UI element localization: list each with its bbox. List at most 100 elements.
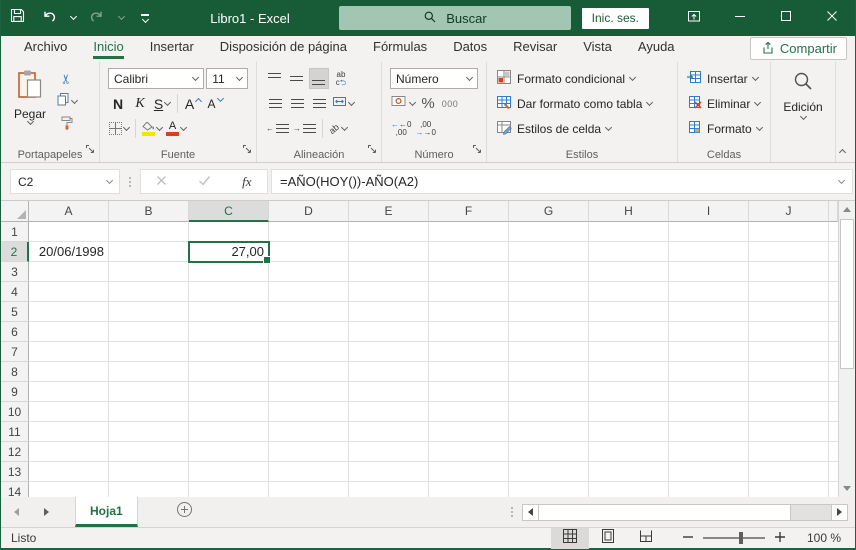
cell-F13[interactable] — [429, 462, 509, 482]
cell-J11[interactable] — [749, 422, 829, 442]
horizontal-scroll-thumb[interactable] — [539, 503, 791, 521]
row-header-2[interactable]: 2 — [1, 242, 29, 262]
row-header-3[interactable]: 3 — [1, 262, 29, 282]
cell-B2[interactable] — [109, 242, 189, 262]
cell-J14[interactable] — [749, 482, 829, 497]
cell-H2[interactable] — [589, 242, 669, 262]
column-header-H[interactable]: H — [589, 201, 669, 222]
cell-H4[interactable] — [589, 282, 669, 302]
ribbon-display-options-button[interactable] — [671, 0, 717, 36]
cell-H3[interactable] — [589, 262, 669, 282]
scroll-up-button[interactable] — [839, 201, 855, 218]
row-header-6[interactable]: 6 — [1, 322, 29, 342]
cell-F9[interactable] — [429, 382, 509, 402]
cell-F2[interactable] — [429, 242, 509, 262]
cell-D5[interactable] — [269, 302, 349, 322]
new-sheet-button[interactable] — [172, 497, 198, 527]
close-button[interactable] — [809, 0, 855, 36]
format-as-table-button[interactable]: Dar formato como tabla — [491, 91, 673, 116]
tab-ayuda[interactable]: Ayuda — [625, 36, 688, 62]
cell-I1[interactable] — [669, 222, 749, 242]
cell-D7[interactable] — [269, 342, 349, 362]
formula-bar-expand-icon[interactable] — [837, 176, 846, 184]
horizontal-scroll-track[interactable] — [791, 503, 831, 521]
insert-function-button[interactable]: fx — [242, 174, 251, 190]
delete-cells-button[interactable]: Eliminar — [682, 91, 766, 116]
percent-style-button[interactable]: % — [418, 93, 438, 114]
redo-dropdown[interactable] — [113, 0, 129, 36]
cell-G13[interactable] — [509, 462, 589, 482]
tab-formulas[interactable]: Fórmulas — [360, 36, 440, 62]
cell-B8[interactable] — [109, 362, 189, 382]
zoom-level-label[interactable]: 100 % — [797, 531, 841, 545]
cell-B11[interactable] — [109, 422, 189, 442]
vertical-scrollbar[interactable] — [838, 201, 855, 497]
search-input[interactable]: Buscar — [339, 6, 571, 30]
column-header-G[interactable]: G — [509, 201, 589, 222]
cell-E7[interactable] — [349, 342, 429, 362]
cell-D2[interactable] — [269, 242, 349, 262]
row-header-14[interactable]: 14 — [1, 482, 29, 497]
cell-B14[interactable] — [109, 482, 189, 497]
cell-D12[interactable] — [269, 442, 349, 462]
cell-C7[interactable] — [189, 342, 269, 362]
cell-G7[interactable] — [509, 342, 589, 362]
cell-E6[interactable] — [349, 322, 429, 342]
cell-I12[interactable] — [669, 442, 749, 462]
cell-D11[interactable] — [269, 422, 349, 442]
sheet-nav-left-button[interactable] — [1, 497, 31, 527]
cell-H11[interactable] — [589, 422, 669, 442]
cell-B5[interactable] — [109, 302, 189, 322]
cell-E9[interactable] — [349, 382, 429, 402]
cell-C2[interactable]: 27,00 — [188, 241, 271, 264]
underline-button[interactable]: S — [152, 93, 172, 114]
cell-G6[interactable] — [509, 322, 589, 342]
cell-C1[interactable] — [189, 222, 269, 242]
cell-E5[interactable] — [349, 302, 429, 322]
cell-E8[interactable] — [349, 362, 429, 382]
column-header-E[interactable]: E — [349, 201, 429, 222]
cell-C6[interactable] — [189, 322, 269, 342]
cell-J9[interactable] — [749, 382, 829, 402]
cell-A10[interactable] — [29, 402, 109, 422]
decrease-decimal-button[interactable]: ,00 →→0 — [414, 118, 436, 139]
cell-H5[interactable] — [589, 302, 669, 322]
cell-B10[interactable] — [109, 402, 189, 422]
align-top-button[interactable] — [265, 68, 285, 89]
horizontal-scrollbar[interactable] — [522, 503, 848, 521]
clipboard-dialog-launcher[interactable] — [85, 141, 95, 159]
tab-insertar[interactable]: Insertar — [137, 36, 207, 62]
confirm-entry-icon[interactable] — [198, 173, 211, 191]
cell-G12[interactable] — [509, 442, 589, 462]
tab-datos[interactable]: Datos — [440, 36, 500, 62]
page-break-view-button[interactable] — [627, 528, 665, 549]
cell-A9[interactable] — [29, 382, 109, 402]
vertical-scroll-thumb[interactable] — [840, 219, 854, 369]
cell-I3[interactable] — [669, 262, 749, 282]
cell-D8[interactable] — [269, 362, 349, 382]
cell-F1[interactable] — [429, 222, 509, 242]
cell-E11[interactable] — [349, 422, 429, 442]
cell-B6[interactable] — [109, 322, 189, 342]
fill-color-button[interactable] — [141, 118, 164, 139]
increase-indent-button[interactable]: → — [292, 118, 317, 139]
bold-button[interactable]: N — [108, 93, 128, 114]
tab-disposicion[interactable]: Disposición de página — [207, 36, 360, 62]
row-header-4[interactable]: 4 — [1, 282, 29, 302]
cell-F12[interactable] — [429, 442, 509, 462]
editing-button[interactable]: Edición — [775, 66, 831, 121]
maximize-button[interactable] — [763, 0, 809, 36]
cell-J3[interactable] — [749, 262, 829, 282]
cell-A1[interactable] — [29, 222, 109, 242]
collapse-ribbon-icon[interactable] — [838, 148, 847, 157]
cell-G5[interactable] — [509, 302, 589, 322]
font-family-select[interactable]: Calibri — [108, 68, 205, 89]
name-box-splitter[interactable] — [129, 176, 131, 187]
alignment-dialog-launcher[interactable] — [367, 141, 377, 159]
cell-H9[interactable] — [589, 382, 669, 402]
align-middle-button[interactable] — [287, 68, 307, 89]
sheet-tab-hoja1[interactable]: Hoja1 — [75, 497, 138, 527]
number-format-select[interactable]: Número — [390, 68, 478, 89]
cell-C13[interactable] — [189, 462, 269, 482]
column-header-I[interactable]: I — [669, 201, 749, 222]
